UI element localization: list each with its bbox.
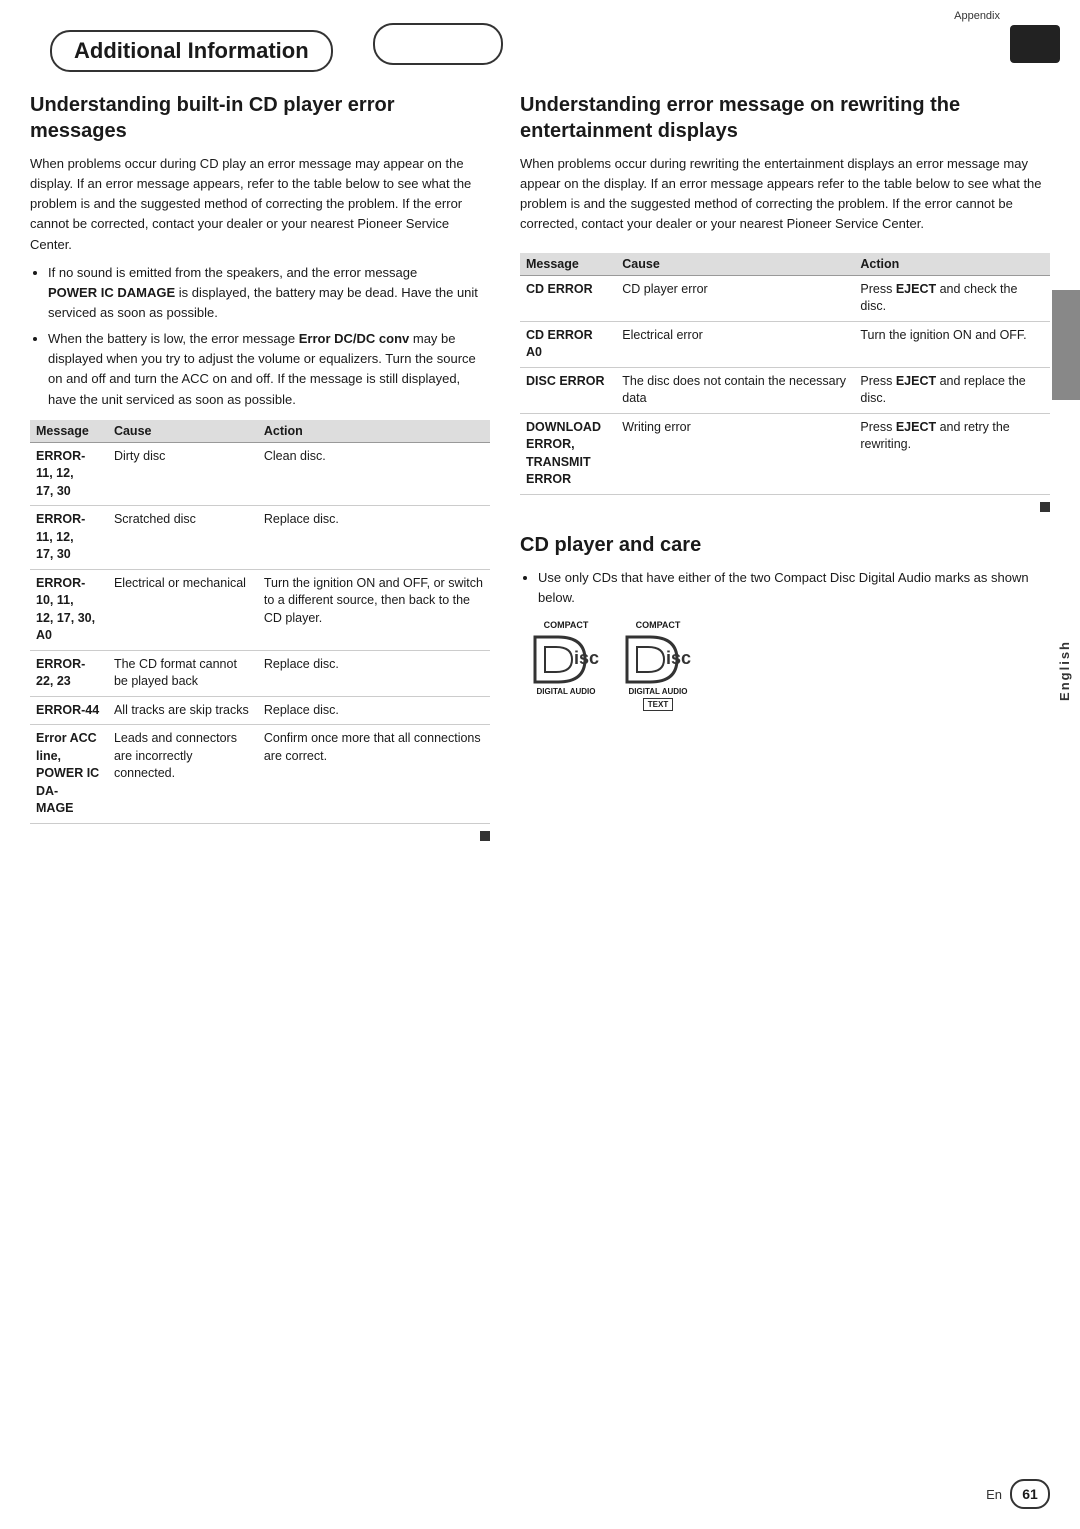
row4-action: Replace disc. — [258, 650, 490, 696]
right-column: Understanding error message on rewriting… — [520, 92, 1050, 841]
cd-care-list: Use only CDs that have either of the two… — [538, 568, 1050, 608]
rrow1-message: CD ERROR — [520, 275, 616, 321]
logo1-top-label: COMPACT — [544, 620, 589, 630]
table-row: Error ACC line,POWER IC DA-MAGE Leads an… — [30, 725, 490, 824]
bullet-2: When the battery is low, the error messa… — [48, 329, 490, 410]
additional-info-heading: Additional Information — [50, 30, 333, 72]
table-row: ERROR-11, 12,17, 30 Dirty disc Clean dis… — [30, 442, 490, 506]
rcol-action: Action — [854, 253, 1050, 276]
rrow2-cause: Electrical error — [616, 321, 854, 367]
table-row: ERROR-44 All tracks are skip tracks Repl… — [30, 696, 490, 725]
row5-cause: All tracks are skip tracks — [108, 696, 258, 725]
cd-care-bullet1: Use only CDs that have either of the two… — [538, 568, 1050, 608]
rrow3-message: DISC ERROR — [520, 367, 616, 413]
left-bullet-list: If no sound is emitted from the speakers… — [48, 263, 490, 410]
row3-message: ERROR-10, 11,12, 17, 30, A0 — [30, 569, 108, 650]
disc-logo-1: COMPACT isc DIGITAL AUDIO — [530, 620, 602, 711]
row1-message: ERROR-11, 12,17, 30 — [30, 442, 108, 506]
rcol-cause: Cause — [616, 253, 854, 276]
row6-cause: Leads and connectors are incorrectly con… — [108, 725, 258, 824]
right-section-title: Understanding error message on rewriting… — [520, 92, 1050, 144]
col-message: Message — [30, 420, 108, 443]
table-row: ERROR-11, 12,17, 30 Scratched disc Repla… — [30, 506, 490, 570]
table-row: CD ERROR A0 Electrical error Turn the ig… — [520, 321, 1050, 367]
table-row: ERROR-22, 23 The CD format cannot be pla… — [30, 650, 490, 696]
row2-cause: Scratched disc — [108, 506, 258, 570]
row5-message: ERROR-44 — [30, 696, 108, 725]
logo2-top-label: COMPACT — [636, 620, 681, 630]
header-row: Additional Information — [0, 0, 1080, 72]
col-cause: Cause — [108, 420, 258, 443]
english-label: English — [1057, 640, 1072, 701]
row2-action: Replace disc. — [258, 506, 490, 570]
row3-action: Turn the ignition ON and OFF, or switch … — [258, 569, 490, 650]
row1-action: Clean disc. — [258, 442, 490, 506]
right-table-section: Message Cause Action CD ERROR CD player … — [520, 253, 1050, 495]
row3-cause: Electrical or mechanical — [108, 569, 258, 650]
rrow4-message: DOWNLOADERROR,TRANSMITERROR — [520, 413, 616, 494]
bottom-area: En 61 — [986, 1479, 1050, 1509]
footnote-square-left — [480, 831, 490, 841]
rrow3-action: Press EJECT and replace the disc. — [854, 367, 1050, 413]
bullet-1: If no sound is emitted from the speakers… — [48, 263, 490, 323]
logo1-disc-wrapper: isc — [530, 632, 602, 687]
table-row: DISC ERROR The disc does not contain the… — [520, 367, 1050, 413]
logo1-svg: isc — [530, 632, 602, 687]
cd-care-section: CD player and care Use only CDs that hav… — [520, 532, 1050, 711]
logo2-disc-wrapper: isc — [622, 632, 694, 687]
row2-message: ERROR-11, 12,17, 30 — [30, 506, 108, 570]
left-column: Understanding built-in CD player error m… — [30, 92, 490, 841]
header-right-box — [373, 23, 503, 65]
black-tab — [1010, 25, 1060, 63]
table-row: DOWNLOADERROR,TRANSMITERROR Writing erro… — [520, 413, 1050, 494]
left-intro-text: When problems occur during CD play an er… — [30, 154, 490, 255]
footnote-square-right — [1040, 502, 1050, 512]
row4-message: ERROR-22, 23 — [30, 650, 108, 696]
row6-message: Error ACC line,POWER IC DA-MAGE — [30, 725, 108, 824]
left-footnote — [30, 828, 490, 841]
logo1-bottom-label: DIGITAL AUDIO — [537, 687, 596, 696]
table-row: ERROR-10, 11,12, 17, 30, A0 Electrical o… — [30, 569, 490, 650]
logo2-svg: isc — [622, 632, 694, 687]
rcol-message: Message — [520, 253, 616, 276]
rrow3-cause: The disc does not contain the necessary … — [616, 367, 854, 413]
page-container: Appendix Additional Information English … — [0, 0, 1080, 1529]
table-row: CD ERROR CD player error Press EJECT and… — [520, 275, 1050, 321]
col-action: Action — [258, 420, 490, 443]
right-intro-text: When problems occur during rewriting the… — [520, 154, 1050, 235]
page-number: 61 — [1010, 1479, 1050, 1509]
en-label: En — [986, 1487, 1002, 1502]
rrow2-action: Turn the ignition ON and OFF. — [854, 321, 1050, 367]
left-section-title: Understanding built-in CD player error m… — [30, 92, 490, 144]
rrow1-cause: CD player error — [616, 275, 854, 321]
logo2-bottom-label: TEXT — [643, 698, 673, 711]
rrow4-cause: Writing error — [616, 413, 854, 494]
right-error-table: Message Cause Action CD ERROR CD player … — [520, 253, 1050, 495]
disc-logo-2: COMPACT isc DIGITAL AUDIO TEXT — [622, 620, 694, 711]
cd-logos: COMPACT isc DIGITAL AUDIO — [530, 620, 1050, 711]
row1-cause: Dirty disc — [108, 442, 258, 506]
content-area: Understanding built-in CD player error m… — [0, 72, 1080, 841]
appendix-label: Appendix — [954, 10, 1000, 22]
row4-cause: The CD format cannot be played back — [108, 650, 258, 696]
row5-action: Replace disc. — [258, 696, 490, 725]
svg-text:isc: isc — [666, 648, 691, 668]
logo2-sub-label: DIGITAL AUDIO — [629, 687, 688, 696]
rrow2-message: CD ERROR A0 — [520, 321, 616, 367]
cd-care-title: CD player and care — [520, 532, 1050, 558]
rrow1-action: Press EJECT and check the disc. — [854, 275, 1050, 321]
left-error-table: Message Cause Action ERROR-11, 12,17, 30… — [30, 420, 490, 824]
row6-action: Confirm once more that all connections a… — [258, 725, 490, 824]
rrow4-action: Press EJECT and retry the rewriting. — [854, 413, 1050, 494]
svg-text:isc: isc — [574, 648, 599, 668]
english-tab: English — [1052, 290, 1080, 400]
right-footnote — [520, 499, 1050, 512]
